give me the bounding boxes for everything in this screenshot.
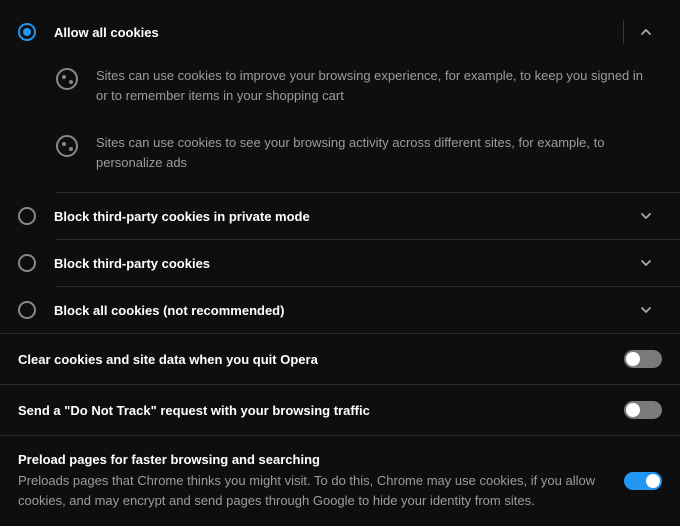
option-label: Block third-party cookies (54, 256, 630, 271)
option-label: Allow all cookies (54, 25, 623, 40)
setting-do-not-track[interactable]: Send a "Do Not Track" request with your … (0, 385, 680, 436)
toggle-switch[interactable] (624, 472, 662, 490)
chevron-down-icon[interactable] (630, 257, 662, 269)
radio-icon (18, 254, 36, 272)
detail-text: Sites can use cookies to improve your br… (96, 66, 662, 105)
cookie-option-allow-all[interactable]: Allow all cookies (0, 6, 680, 58)
setting-title: Preload pages for faster browsing and se… (18, 452, 604, 467)
separator (623, 20, 624, 44)
radio-icon (18, 23, 36, 41)
setting-title: Send a "Do Not Track" request with your … (18, 403, 604, 418)
toggle-switch[interactable] (624, 401, 662, 419)
cookie-option-block-all[interactable]: Block all cookies (not recommended) (0, 287, 680, 333)
option-detail: Sites can use cookies to see your browsi… (0, 125, 680, 180)
toggle-switch[interactable] (624, 350, 662, 368)
setting-preload-pages[interactable]: Preload pages for faster browsing and se… (0, 436, 680, 526)
option-label: Block third-party cookies in private mod… (54, 209, 630, 224)
option-detail: Sites can use cookies to improve your br… (0, 58, 680, 113)
cookie-option-block-3p-private[interactable]: Block third-party cookies in private mod… (0, 193, 680, 239)
chevron-up-icon[interactable] (630, 26, 662, 38)
option-label: Block all cookies (not recommended) (54, 303, 630, 318)
setting-title: Clear cookies and site data when you qui… (18, 352, 604, 367)
chevron-down-icon[interactable] (630, 210, 662, 222)
detail-text: Sites can use cookies to see your browsi… (96, 133, 662, 172)
cookie-icon (56, 135, 78, 157)
cookie-icon (56, 68, 78, 90)
setting-description: Preloads pages that Chrome thinks you mi… (18, 471, 604, 510)
chevron-down-icon[interactable] (630, 304, 662, 316)
cookie-option-block-3p[interactable]: Block third-party cookies (0, 240, 680, 286)
radio-icon (18, 301, 36, 319)
radio-icon (18, 207, 36, 225)
setting-clear-on-quit[interactable]: Clear cookies and site data when you qui… (0, 334, 680, 385)
cookie-settings-panel: Allow all cookies Sites can use cookies … (0, 0, 680, 526)
